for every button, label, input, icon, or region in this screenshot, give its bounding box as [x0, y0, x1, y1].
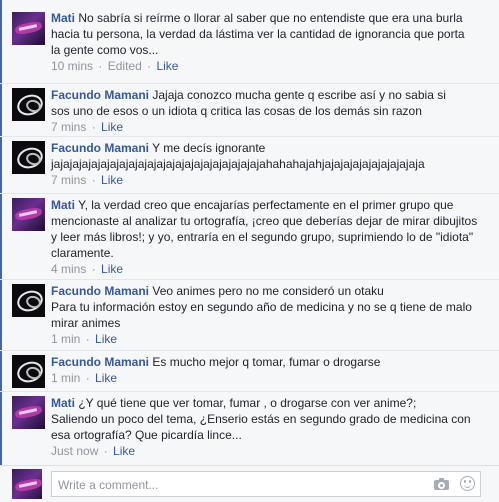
- comment-text-line: No sabría si reírme o llorar al saber qu…: [78, 11, 463, 25]
- comment-body: Mati ¿Y qué tiene que ver tomar, fumar ,…: [51, 395, 485, 458]
- like-button[interactable]: Like: [101, 262, 123, 276]
- comment-time[interactable]: 4 mins: [51, 262, 86, 276]
- comment-text-line: Saliendo un poco del tema, ¿Enserio está…: [51, 412, 471, 426]
- comment-time[interactable]: 1 min: [51, 371, 80, 385]
- like-button[interactable]: Like: [95, 371, 117, 385]
- comment-body: Facundo Mamani Jajaja conozco mucha gent…: [51, 87, 485, 134]
- comment-text-line: ¿Y qué tiene que ver tomar, fumar , o dr…: [78, 396, 417, 410]
- comment-author[interactable]: Facundo Mamani: [51, 355, 149, 369]
- comment-author[interactable]: Mati: [51, 11, 75, 25]
- avatar[interactable]: [12, 469, 42, 499]
- comment-placeholder: Write a comment...: [58, 478, 159, 492]
- comment: Facundo Mamani Y me decís ignorante jaja…: [0, 136, 499, 187]
- comment: Mati Y, la verdad creo que encajarías pe…: [0, 193, 499, 276]
- camera-icon[interactable]: [434, 477, 450, 491]
- comment-body: Facundo Mamani Es mucho mejor q tomar, f…: [51, 354, 485, 385]
- like-button[interactable]: Like: [156, 59, 178, 73]
- comment-time[interactable]: 7 mins: [51, 120, 86, 134]
- comment-time[interactable]: 7 mins: [51, 173, 86, 187]
- like-button[interactable]: Like: [95, 332, 117, 346]
- comment-body: Mati Y, la verdad creo que encajarías pe…: [51, 197, 485, 276]
- comment-text-line: Jajaja conozco mucha gente q escribe así…: [152, 88, 446, 102]
- avatar[interactable]: [12, 198, 45, 231]
- comment-text-line: sos uno de esos o un idiota q critica la…: [51, 104, 422, 118]
- comment-meta: 4 mins · Like: [51, 262, 124, 276]
- like-button[interactable]: Like: [101, 173, 123, 187]
- comment-body: Facundo Mamani Veo animes pero no me con…: [51, 283, 485, 346]
- emoji-icon[interactable]: [460, 476, 475, 491]
- comment-input[interactable]: Write a comment...: [51, 471, 481, 497]
- comment-meta: 1 min · Like: [51, 371, 118, 385]
- comment-meta: 10 mins · Edited · Like: [51, 59, 179, 73]
- comment-meta: 7 mins · Like: [51, 173, 124, 187]
- comment: Mati ¿Y qué tiene que ver tomar, fumar ,…: [0, 391, 499, 458]
- comment-body: Facundo Mamani Y me decís ignorante jaja…: [51, 140, 485, 187]
- comment-author[interactable]: Mati: [51, 396, 75, 410]
- comment-text-line: y leer más libros!; y yo, entraría en el…: [51, 230, 474, 244]
- avatar[interactable]: [12, 88, 45, 121]
- comment-text-line: esa ortografía? Que picardía lince...: [51, 428, 242, 442]
- comment-text-line: claramente.: [51, 246, 114, 260]
- avatar[interactable]: [12, 396, 45, 429]
- comment-thread: Mati No sabría si reírme o llorar al sab…: [0, 0, 499, 502]
- avatar[interactable]: [12, 355, 45, 388]
- edited-label[interactable]: Edited: [108, 59, 142, 73]
- comment-text-line: jajajajajajajajajajajajajajajajajajajaja…: [51, 157, 425, 171]
- comment-time[interactable]: Just now: [51, 444, 98, 458]
- comment: Facundo Mamani Veo animes pero no me con…: [0, 279, 499, 346]
- comment-text-line: hacia tu persona, la verdad da lástima v…: [51, 27, 465, 41]
- comment-author[interactable]: Facundo Mamani: [51, 141, 149, 155]
- comment-author[interactable]: Facundo Mamani: [51, 88, 149, 102]
- comment-meta: 1 min · Like: [51, 332, 118, 346]
- comment-text-line: mirar animes: [51, 316, 121, 330]
- comment-time[interactable]: 10 mins: [51, 59, 93, 73]
- comment-composer: Write a comment...: [0, 465, 499, 502]
- comment-text-line: Y, la verdad creo que encajarías perfect…: [78, 198, 454, 212]
- comment: Facundo Mamani Es mucho mejor q tomar, f…: [0, 350, 499, 388]
- avatar[interactable]: [12, 141, 45, 174]
- avatar[interactable]: [12, 284, 45, 317]
- like-button[interactable]: Like: [113, 444, 135, 458]
- comment-body: Mati No sabría si reírme o llorar al sab…: [51, 10, 485, 73]
- thread-rail: [0, 0, 2, 465]
- comment-text-line: mencionaste al analizar tu ortografía, ¡…: [51, 214, 478, 228]
- comment: Facundo Mamani Jajaja conozco mucha gent…: [0, 83, 499, 134]
- comment-text-line: Para tu información estoy en segundo año…: [51, 300, 472, 314]
- comment-text-line: Veo animes pero no me consideró un otaku: [152, 284, 384, 298]
- avatar[interactable]: [12, 12, 45, 45]
- comment-meta: 7 mins · Like: [51, 120, 124, 134]
- comment-text-line: la gente como vos...: [51, 43, 159, 57]
- comment-meta: Just now · Like: [51, 444, 136, 458]
- comment-text-line: Es mucho mejor q tomar, fumar o drogarse: [152, 355, 381, 369]
- comment-time[interactable]: 1 min: [51, 332, 80, 346]
- comment-author[interactable]: Mati: [51, 198, 75, 212]
- comment-author[interactable]: Facundo Mamani: [51, 284, 149, 298]
- like-button[interactable]: Like: [101, 120, 123, 134]
- comment-text-line: Y me decís ignorante: [152, 141, 266, 155]
